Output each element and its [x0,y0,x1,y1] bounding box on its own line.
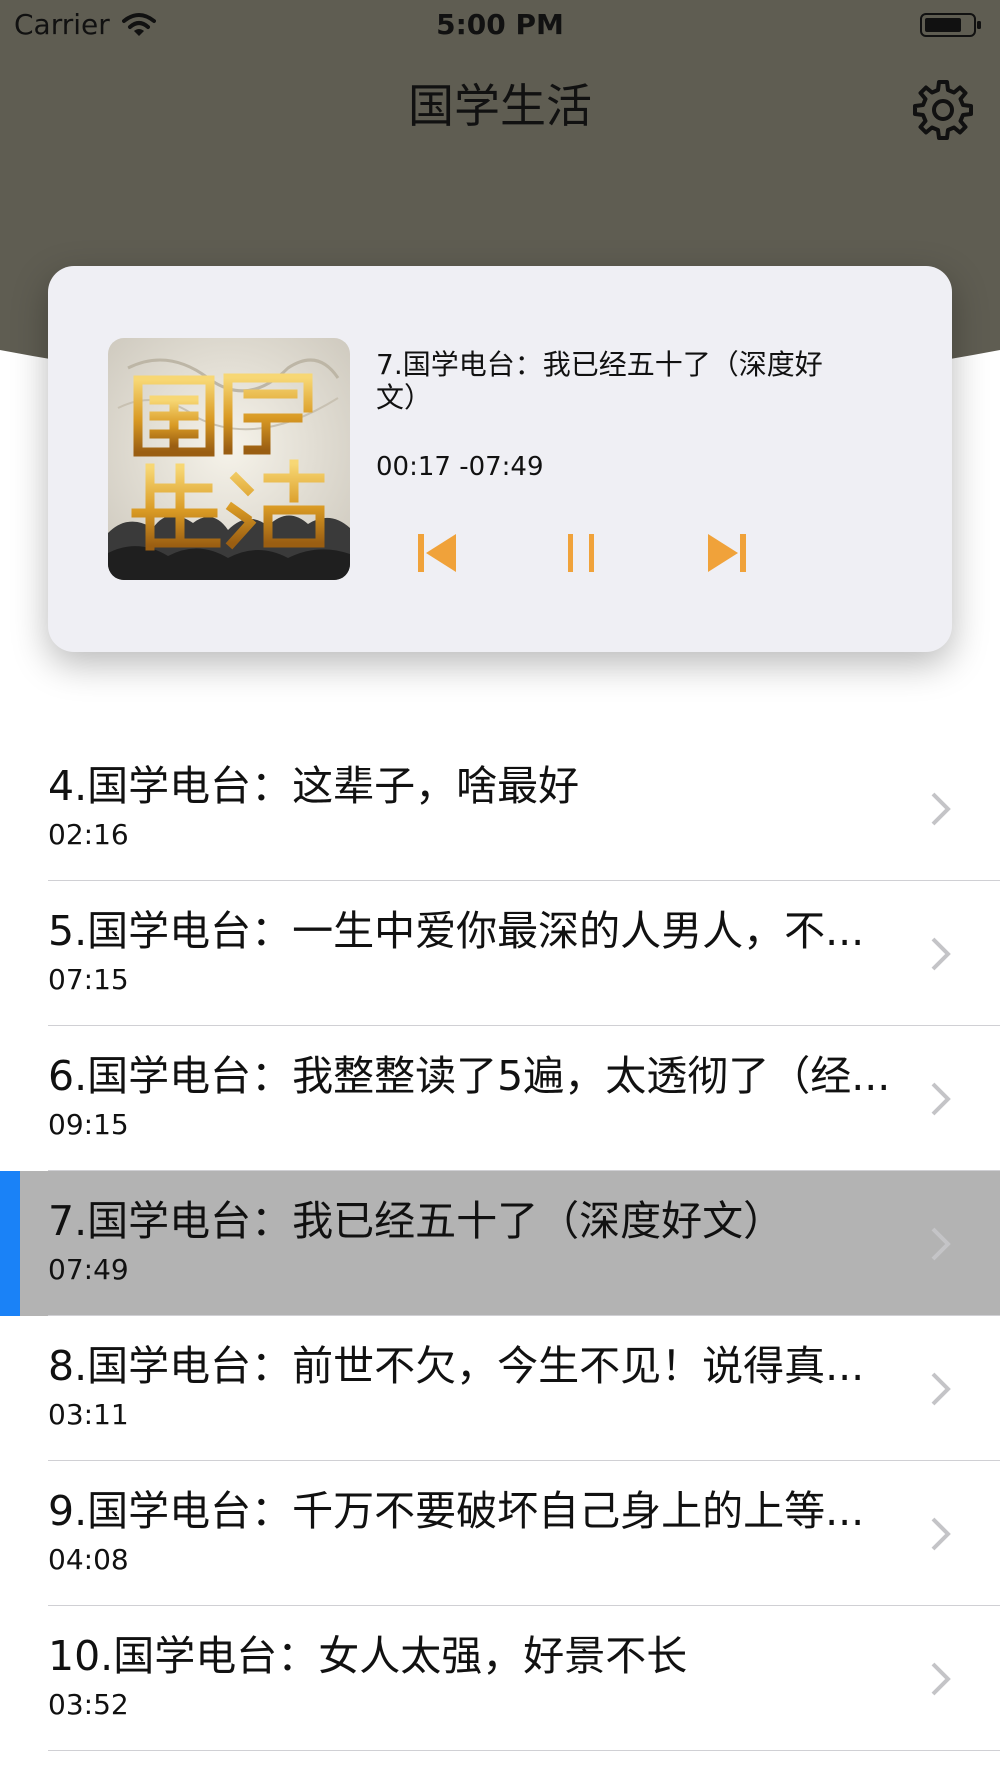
track-title: 7.国学电台：我已经五十了（深度好文） [48,1197,785,1245]
chevron-right-icon [931,1662,951,1696]
gear-icon[interactable] [912,78,974,140]
track-title: 8.国学电台：前世不欠，今生不见！说得真... [48,1342,865,1390]
track-row[interactable]: 8.国学电台：前世不欠，今生不见！说得真... 03:11 [0,1316,1000,1461]
track-row[interactable]: 5.国学电台：一生中爱你最深的人男人，不... 07:15 [0,881,1000,1026]
track-duration: 02:16 [48,818,129,851]
track-row[interactable]: 4.国学电台：这辈子，啥最好 02:16 [0,736,1000,881]
chevron-right-icon [931,1517,951,1551]
track-duration: 07:49 [48,1253,129,1286]
chevron-right-icon [931,1227,951,1261]
track-duration: 03:11 [48,1398,129,1431]
track-duration: 09:15 [48,1108,129,1141]
track-duration: 04:08 [48,1543,129,1576]
track-duration: 07:15 [48,963,129,996]
track-duration: 03:52 [48,1688,129,1721]
row-divider [48,1750,1000,1751]
chevron-right-icon [931,1372,951,1406]
track-title: 10.国学电台：女人太强，好景不长 [48,1632,688,1680]
chevron-right-icon [931,937,951,971]
now-playing-title: 7.国学电台：我已经五十了（深度好文） [376,348,823,414]
track-title: 9.国学电台：千万不要破坏自己身上的上等... [48,1487,865,1535]
track-title: 5.国学电台：一生中爱你最深的人男人，不... [48,907,865,955]
battery-icon [920,13,981,37]
status-bar: Carrier 5:00 PM [0,0,1000,52]
chevron-right-icon [931,792,951,826]
track-row[interactable]: 10.国学电台：女人太强，好景不长 03:52 [0,1606,1000,1751]
track-title: 4.国学电台：这辈子，啥最好 [48,762,580,810]
chevron-right-icon [931,1082,951,1116]
now-playing-card: 7.国学电台：我已经五十了（深度好文） 00:17 -07:49 [48,266,952,652]
track-row[interactable]: 7.国学电台：我已经五十了（深度好文） 07:49 [0,1171,1000,1316]
skip-next-icon[interactable] [704,528,750,578]
album-art[interactable] [108,338,350,580]
nav-title: 国学生活 [408,79,592,133]
active-indicator [0,1171,20,1316]
track-title: 6.国学电台：我整整读了5遍，太透彻了（经... [48,1052,891,1100]
skip-previous-icon[interactable] [414,528,460,578]
status-time: 5:00 PM [436,8,564,41]
track-row[interactable]: 9.国学电台：千万不要破坏自己身上的上等... 04:08 [0,1461,1000,1606]
track-row[interactable]: 6.国学电台：我整整读了5遍，太透彻了（经... 09:15 [0,1026,1000,1171]
pause-icon[interactable] [558,528,604,578]
playback-time: 00:17 -07:49 [376,452,544,482]
